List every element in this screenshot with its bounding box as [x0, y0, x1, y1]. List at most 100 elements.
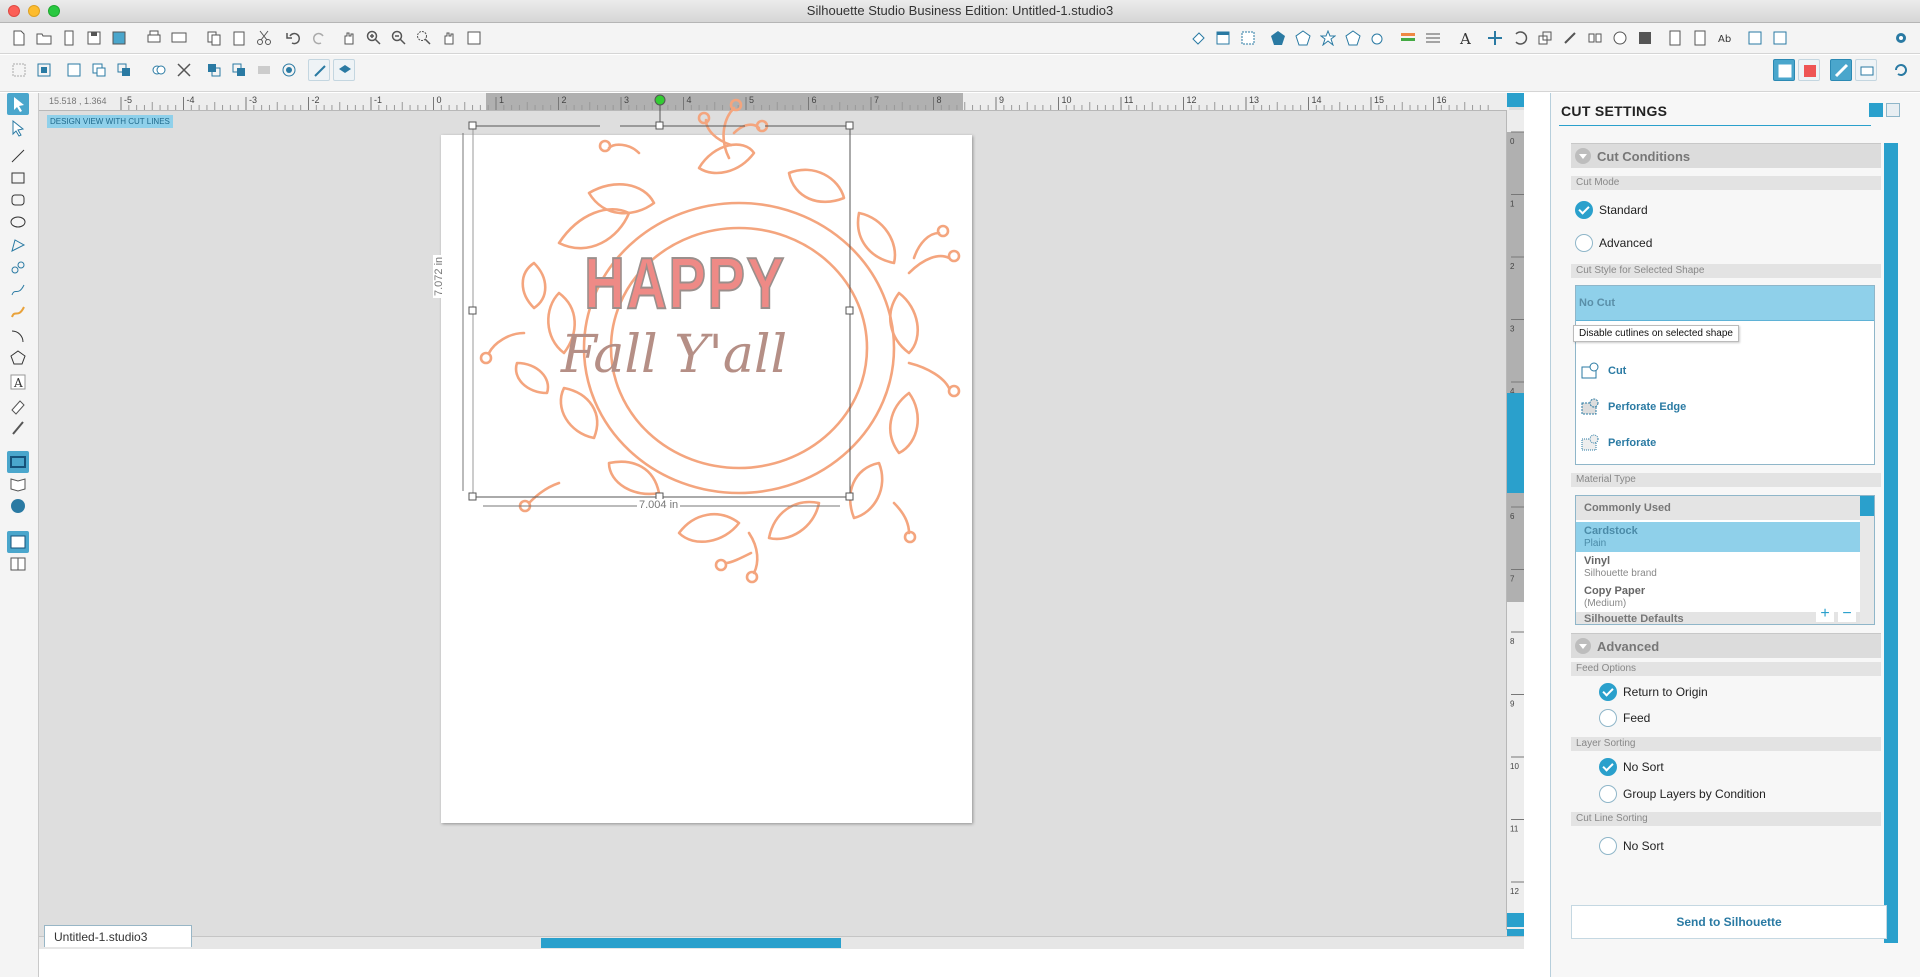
redo-icon[interactable]: [308, 27, 330, 49]
radio-unchecked-icon[interactable]: [1599, 709, 1617, 727]
radio-checked-icon[interactable]: [1599, 758, 1617, 776]
undo-icon[interactable]: [283, 27, 305, 49]
remove-material-icon[interactable]: −: [1838, 606, 1856, 622]
fit-to-page-icon[interactable]: [463, 27, 485, 49]
radio-unchecked-icon[interactable]: [1599, 785, 1617, 803]
rotate-icon[interactable]: [1509, 27, 1531, 49]
line-color-icon[interactable]: [1292, 27, 1314, 49]
selection-box[interactable]: [459, 93, 919, 533]
text-tool-icon[interactable]: A: [7, 371, 29, 393]
material-scrollbar[interactable]: [1860, 496, 1874, 624]
radio-checked-icon[interactable]: [1575, 201, 1593, 219]
print-icon[interactable]: [143, 27, 165, 49]
copy-icon[interactable]: [203, 27, 225, 49]
text-style-icon[interactable]: A: [1454, 27, 1476, 49]
smooth-freehand-tool-icon[interactable]: [7, 301, 29, 323]
rounded-rectangle-tool-icon[interactable]: [7, 189, 29, 211]
modify-icon[interactable]: [1609, 27, 1631, 49]
fill-panel-icon[interactable]: [1267, 27, 1289, 49]
weld-icon[interactable]: [148, 59, 170, 81]
ungroup-icon[interactable]: [33, 59, 55, 81]
compound-path-icon[interactable]: [63, 59, 85, 81]
panel-collapse-up-icon[interactable]: [1869, 103, 1883, 117]
material-scrollbar-thumb[interactable]: [1860, 496, 1874, 516]
library-panel-icon[interactable]: [1744, 27, 1766, 49]
line-tool-icon[interactable]: [7, 145, 29, 167]
vertical-scrollbar-thumb[interactable]: [1507, 393, 1524, 493]
eraser-tool-icon[interactable]: [7, 395, 29, 417]
design-view-icon[interactable]: [1773, 59, 1795, 81]
scale-icon[interactable]: [1534, 27, 1556, 49]
point-edit-icon[interactable]: [7, 117, 29, 139]
zoom-select-icon[interactable]: [413, 27, 435, 49]
arc-tool-icon[interactable]: [7, 325, 29, 347]
material-cardstock[interactable]: Cardstock Plain: [1576, 522, 1860, 552]
zoom-out-icon[interactable]: [388, 27, 410, 49]
scroll-up-icon[interactable]: [1507, 913, 1524, 927]
rectangle-tool-icon[interactable]: [7, 167, 29, 189]
radio-checked-icon[interactable]: [1599, 683, 1617, 701]
library-icon[interactable]: [58, 27, 80, 49]
curve-tool-icon[interactable]: [7, 257, 29, 279]
print-cut-icon[interactable]: [168, 27, 190, 49]
design-page-icon[interactable]: [7, 451, 29, 473]
library-view-icon[interactable]: [7, 473, 29, 495]
polygon-tool-icon[interactable]: [7, 235, 29, 257]
send-backward-icon[interactable]: [203, 59, 225, 81]
offset-panel-icon[interactable]: [278, 59, 300, 81]
open-folder-icon[interactable]: [33, 27, 55, 49]
collapse-arrow-icon[interactable]: [1575, 148, 1591, 164]
cut-conditions-header[interactable]: Cut Conditions: [1571, 143, 1881, 168]
select-arrow-icon[interactable]: [7, 93, 29, 115]
drag-zoom-icon[interactable]: [438, 27, 460, 49]
text-panel-icon[interactable]: Ab: [1714, 27, 1736, 49]
line-style-icon[interactable]: [1317, 27, 1339, 49]
add-material-icon[interactable]: +: [1816, 606, 1834, 622]
fill-color-icon[interactable]: [1187, 27, 1209, 49]
knife-tool-left-icon[interactable]: [7, 417, 29, 439]
save-to-library-icon[interactable]: [108, 27, 130, 49]
align-icon[interactable]: [1397, 27, 1419, 49]
send-to-back-icon[interactable]: [228, 59, 250, 81]
horizontal-scrollbar-thumb[interactable]: [541, 938, 841, 948]
single-panel-icon[interactable]: [7, 531, 29, 553]
preferences-gear-icon[interactable]: [1890, 27, 1912, 49]
ellipse-tool-icon[interactable]: [7, 211, 29, 233]
page-setup-icon[interactable]: [1212, 27, 1234, 49]
store-view-icon[interactable]: [7, 495, 29, 517]
group-icon[interactable]: [8, 59, 30, 81]
design-canvas[interactable]: -5 -4 -3 -2 -1 0 1 2 3 4 5 6 7 8 9 10 11 12 13 14 15 16 15.51…: [39, 93, 1524, 949]
delete-icon[interactable]: [173, 59, 195, 81]
panel-expand-icon[interactable]: [1886, 103, 1900, 117]
replicate-icon[interactable]: [1584, 27, 1606, 49]
move-icon[interactable]: [1559, 27, 1581, 49]
send-panel-icon[interactable]: [1830, 59, 1852, 81]
offset-icon[interactable]: [1634, 27, 1656, 49]
layer-up-icon[interactable]: [253, 59, 275, 81]
collapse-arrow-icon[interactable]: [1575, 638, 1591, 654]
trace-icon[interactable]: [1664, 27, 1686, 49]
cut-settings-panel-icon[interactable]: [1855, 59, 1877, 81]
send-to-silhouette-button[interactable]: Send to Silhouette: [1571, 905, 1887, 939]
line-weight-icon[interactable]: [1422, 27, 1444, 49]
new-file-icon[interactable]: [8, 27, 30, 49]
split-panel-icon[interactable]: [7, 553, 29, 575]
bring-forward-icon[interactable]: [113, 59, 135, 81]
save-icon[interactable]: [83, 27, 105, 49]
knife-tool-icon[interactable]: [308, 59, 330, 81]
cut-style-no-cut[interactable]: No Cut: [1576, 286, 1874, 321]
material-vinyl[interactable]: Vinyl Silhouette brand: [1576, 552, 1860, 582]
transform-icon[interactable]: [1484, 27, 1506, 49]
paste-icon[interactable]: [228, 27, 250, 49]
shadow-icon[interactable]: [1342, 27, 1364, 49]
release-compound-icon[interactable]: [88, 59, 110, 81]
pan-hand-icon[interactable]: [338, 27, 360, 49]
collapse-panel-icon[interactable]: [1507, 93, 1524, 107]
radio-unchecked-icon[interactable]: [1599, 837, 1617, 855]
cut-scissors-icon[interactable]: [253, 27, 275, 49]
regular-polygon-tool-icon[interactable]: [7, 347, 29, 369]
cut-view-icon[interactable]: [1798, 59, 1820, 81]
sketch-icon[interactable]: [1367, 27, 1389, 49]
layers-icon[interactable]: [333, 59, 355, 81]
print-cut-panel-icon[interactable]: [1689, 27, 1711, 49]
